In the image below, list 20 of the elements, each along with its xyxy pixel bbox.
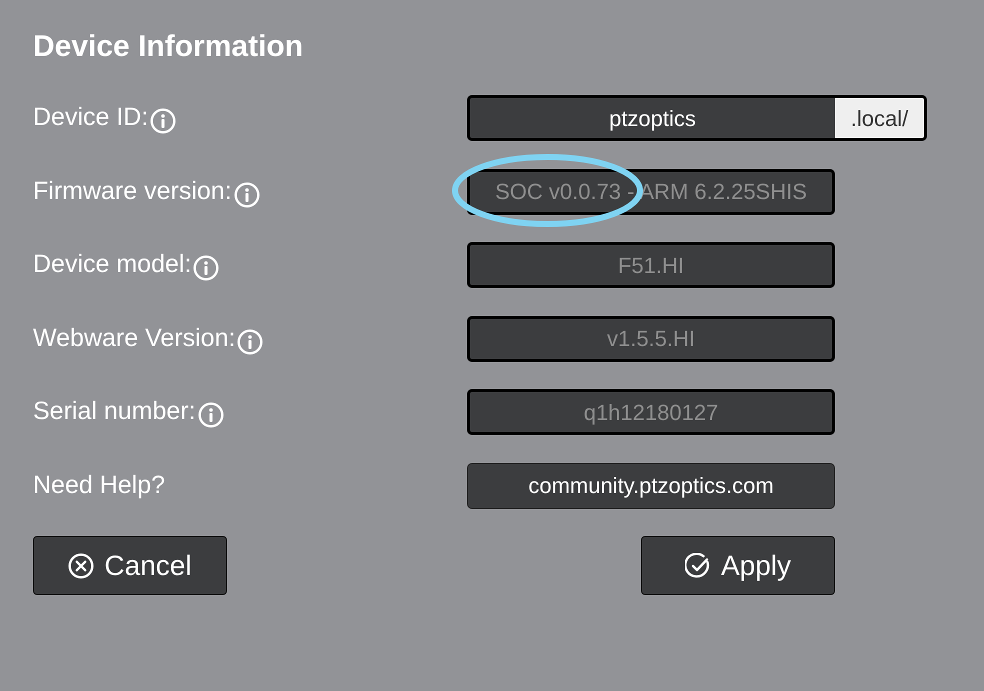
check-circle-icon (684, 552, 711, 578)
info-icon[interactable] (234, 182, 260, 208)
cancel-button[interactable]: Cancel (33, 536, 227, 595)
help-link[interactable]: community.ptzoptics.com (467, 462, 835, 508)
field-label: Serial number: (33, 396, 196, 428)
close-circle-icon (68, 552, 94, 578)
page-title: Device Information (33, 29, 304, 65)
field-label: Device ID: (33, 102, 148, 134)
info-icon[interactable] (193, 255, 220, 281)
field-label: Webware Version: (33, 322, 236, 354)
readonly-field: F51.HI (467, 242, 835, 288)
apply-button[interactable]: Apply (641, 536, 835, 595)
field-label: Device model: (33, 249, 192, 280)
info-icon[interactable] (237, 328, 264, 354)
readonly-field: q1h12180127 (467, 389, 835, 435)
field-label: Need Help? (33, 470, 166, 501)
readonly-field: v1.5.5.HI (467, 316, 835, 362)
field-label: Firmware version: (33, 176, 232, 207)
info-icon[interactable] (198, 402, 224, 428)
info-icon[interactable] (150, 108, 176, 134)
